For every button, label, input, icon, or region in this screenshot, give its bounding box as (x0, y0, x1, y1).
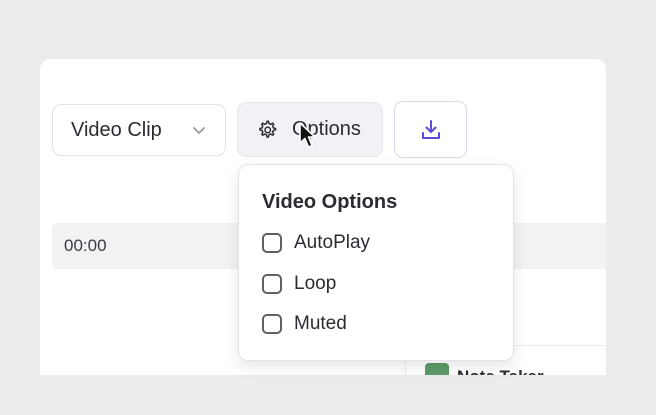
gear-icon (259, 120, 277, 138)
download-icon (421, 119, 440, 139)
dropdown-title: Video Options (262, 191, 398, 213)
download-button[interactable] (394, 101, 467, 158)
media-type-value: Video Clip (71, 118, 162, 141)
autoplay-label: AutoPlay (294, 232, 371, 253)
video-options-dropdown: Video Options AutoPlay Loop Muted (238, 164, 514, 361)
timeline-time: 00:00 (64, 236, 107, 255)
chevron-down-icon (193, 127, 205, 134)
note-icon (425, 363, 449, 375)
muted-option[interactable]: Muted (262, 313, 347, 335)
loop-checkbox[interactable] (262, 274, 282, 294)
loop-option[interactable]: Loop (262, 273, 336, 295)
note-title: Note Taker (457, 367, 544, 375)
muted-label: Muted (294, 313, 347, 334)
autoplay-option[interactable]: AutoPlay (262, 232, 370, 254)
mouse-pointer-icon (299, 122, 316, 148)
autoplay-checkbox[interactable] (262, 233, 282, 253)
muted-checkbox[interactable] (262, 314, 282, 334)
media-type-select[interactable]: Video Clip (52, 104, 226, 156)
loop-label: Loop (294, 273, 337, 294)
